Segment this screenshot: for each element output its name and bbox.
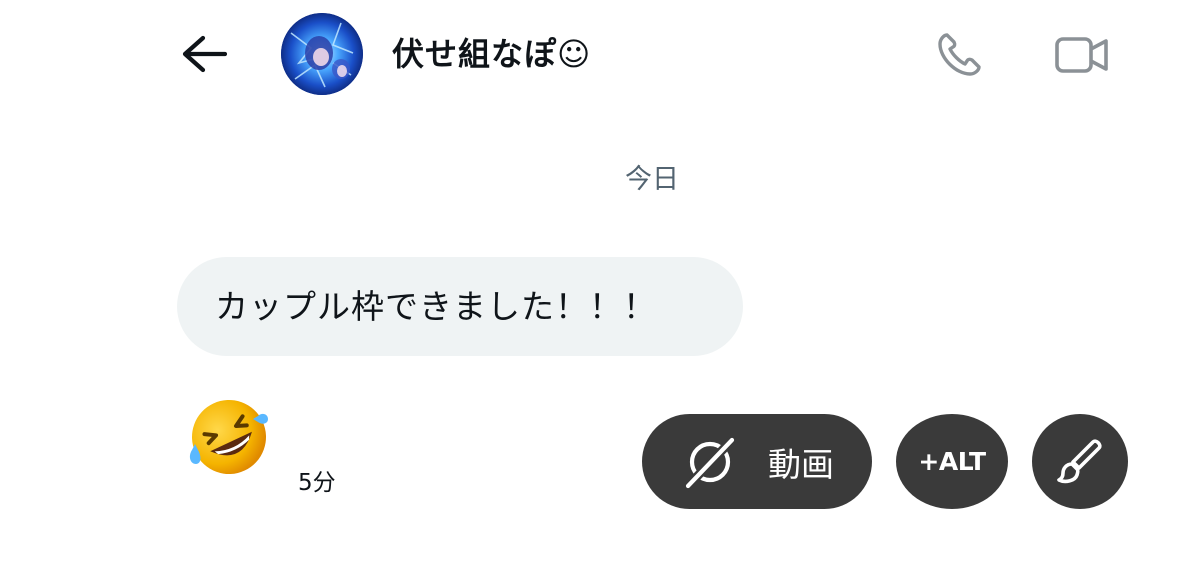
video-button-label: 動画 bbox=[768, 444, 834, 484]
video-camera-icon bbox=[1055, 37, 1108, 73]
back-button[interactable] bbox=[172, 26, 236, 82]
add-alt-text-button[interactable]: +ALT bbox=[896, 414, 1008, 509]
date-separator: 今日 bbox=[625, 164, 679, 195]
message-timestamp: 5分 bbox=[298, 470, 336, 496]
message-text: カップル枠できました！！！ bbox=[215, 286, 657, 326]
contact-name[interactable]: 伏せ組なぽ☺ bbox=[392, 30, 591, 78]
grok-icon bbox=[681, 435, 737, 492]
avatar-image bbox=[281, 13, 363, 95]
phone-icon bbox=[938, 33, 981, 76]
brush-icon bbox=[1057, 438, 1102, 483]
video-button[interactable]: 動画 bbox=[642, 414, 872, 509]
alt-button-label: +ALT bbox=[918, 447, 986, 476]
arrow-left-icon bbox=[182, 35, 227, 73]
avatar[interactable] bbox=[281, 13, 363, 95]
call-button[interactable] bbox=[930, 26, 988, 84]
rolling-on-floor-laughing-emoji-icon[interactable] bbox=[186, 394, 272, 480]
edit-media-button[interactable] bbox=[1032, 414, 1128, 509]
message-bubble[interactable]: カップル枠できました！！！ bbox=[177, 257, 743, 356]
video-call-button[interactable] bbox=[1050, 26, 1114, 84]
